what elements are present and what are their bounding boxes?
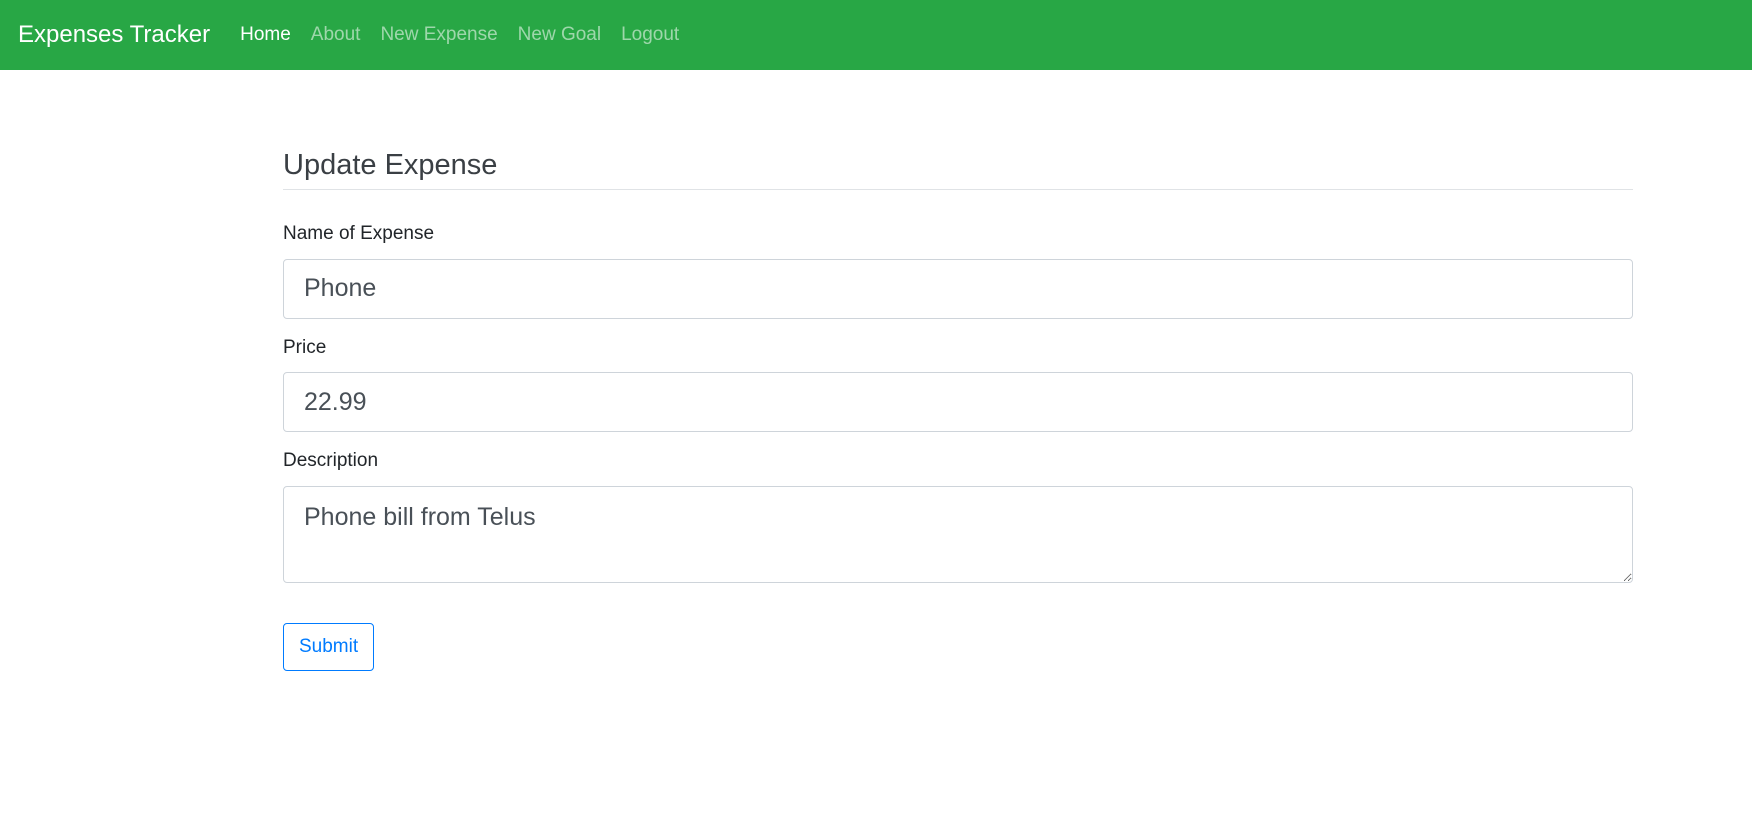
brand-link[interactable]: Expenses Tracker (18, 21, 210, 49)
update-expense-form: Update Expense Name of Expense Price Des… (283, 148, 1633, 672)
nav-link-about[interactable]: About (311, 24, 361, 46)
price-label: Price (283, 336, 327, 358)
description-label: Description (283, 450, 379, 472)
description-form-group: Description Phone bill from Telus (283, 450, 1633, 584)
name-form-group: Name of Expense (283, 223, 1633, 319)
price-form-group: Price (283, 337, 1633, 433)
price-input[interactable] (283, 372, 1633, 433)
nav-link-home[interactable]: Home (240, 24, 291, 46)
nav-link-logout[interactable]: Logout (621, 24, 679, 46)
nav-link-new-goal[interactable]: New Goal (518, 24, 601, 46)
top-navbar: Expenses Tracker Home About New Expense … (0, 0, 1752, 70)
expense-name-input[interactable] (283, 258, 1633, 319)
form-title: Update Expense (283, 148, 1633, 190)
description-textarea[interactable]: Phone bill from Telus (283, 486, 1633, 584)
nav-link-new-expense[interactable]: New Expense (380, 24, 497, 46)
submit-button[interactable]: Submit (283, 623, 375, 672)
name-label: Name of Expense (283, 222, 435, 244)
